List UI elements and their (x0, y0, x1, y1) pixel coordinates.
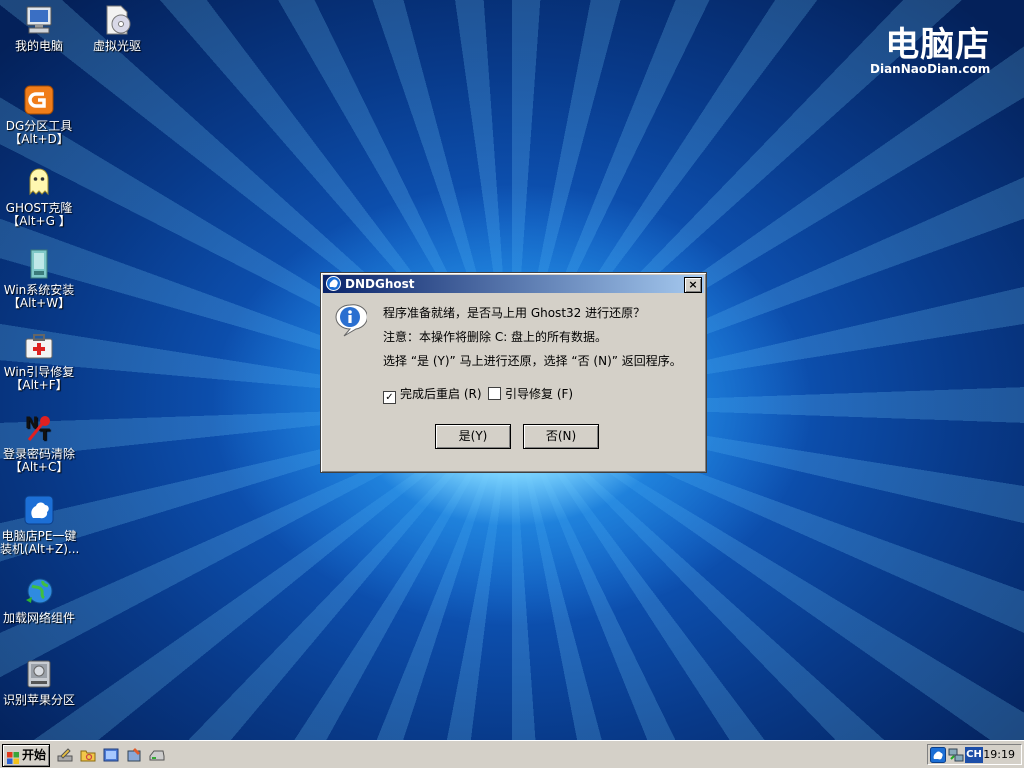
taskbar: 开始 CH 19:19 (0, 740, 1024, 768)
desktop-icon-my-computer[interactable]: 我的电脑 (0, 4, 78, 53)
globe-network-icon (23, 576, 55, 608)
desktop-icon-label: 我的电脑 (14, 39, 63, 53)
first-aid-kit-icon (23, 330, 55, 362)
desktop-icon-shortcut: 【Alt+G 】 (7, 214, 71, 228)
desktop-icon-label: 识别苹果分区 (2, 693, 75, 707)
desktop-icon-win-install[interactable]: Win系统安装 【Alt+W】 (0, 248, 78, 310)
computer-icon (23, 4, 55, 36)
brand-logo: 电脑店 DianNaoDian.com (870, 26, 990, 76)
ghost-icon (23, 166, 55, 198)
start-button[interactable]: 开始 (2, 744, 50, 767)
boot-repair-checkbox[interactable]: 引导修复 (F) (488, 387, 573, 401)
brand-logo-url: DianNaoDian.com (870, 62, 991, 76)
quicklaunch-pen-icon[interactable] (57, 747, 73, 763)
desktop-icon-password-clear[interactable]: N T 登录密码清除 【Alt+C】 (0, 412, 78, 474)
close-button[interactable]: × (684, 277, 702, 293)
checkbox-unchecked-icon[interactable] (488, 387, 501, 400)
dndghost-dialog: DNDGhost × 程序准备就绪，是否马上用 Ghost32 进行还原？ 注意… (320, 272, 707, 473)
desktop-icon-network[interactable]: 加载网络组件 (0, 576, 78, 625)
info-icon (333, 303, 368, 337)
desktop-icon-shortcut: 装机(Alt+Z)... (0, 542, 80, 556)
desktop-icon-shortcut: 【Alt+F】 (10, 378, 68, 392)
desktop-icon-label: 加载网络组件 (2, 611, 75, 625)
hard-drive-icon (23, 658, 55, 690)
nt-key-icon: N T (23, 412, 55, 444)
tray-clock[interactable]: 19:19 (983, 748, 1015, 761)
checkbox-checked-icon[interactable]: ✓ (383, 391, 396, 404)
dialog-message-line1: 程序准备就绪，是否马上用 Ghost32 进行还原？ (383, 306, 646, 320)
desktop-icon-shortcut: 【Alt+W】 (7, 296, 71, 310)
tray-language-indicator[interactable]: CH (965, 747, 983, 763)
desktop: 我的电脑 虚拟光驱 DG分区工具 【Alt+D】 GHOST克隆 【Alt+G … (0, 0, 1024, 740)
installer-box-icon (23, 248, 55, 280)
quicklaunch-screen-icon[interactable] (103, 747, 119, 763)
no-button[interactable]: 否(N) (523, 424, 599, 449)
dialog-titlebar[interactable]: DNDGhost × (323, 275, 704, 293)
system-tray: CH 19:19 (927, 744, 1022, 765)
desktop-icon-one-click-install[interactable]: 电脑店PE一键 装机(Alt+Z)... (0, 494, 80, 556)
desktop-icon-apple-partition[interactable]: 识别苹果分区 (0, 658, 78, 707)
tray-diannaodian-icon[interactable] (930, 747, 946, 763)
tray-network-icon[interactable] (948, 747, 964, 763)
restart-after-checkbox[interactable]: ✓ 完成后重启 (R) (383, 387, 482, 404)
dialog-title: DNDGhost (345, 277, 415, 291)
restart-after-label: 完成后重启 (R) (400, 387, 482, 401)
quicklaunch-tools-icon[interactable] (126, 747, 142, 763)
desktop-icon-shortcut: 【Alt+C】 (9, 460, 69, 474)
windows-logo-icon (7, 750, 19, 764)
yes-button[interactable]: 是(Y) (435, 424, 511, 449)
dialog-message-line3: 选择 “是 (Y)” 马上进行还原，选择 “否 (N)” 返回程序。 (383, 354, 682, 368)
desktop-icon-label: 虚拟光驱 (92, 39, 141, 53)
boot-repair-label: 引导修复 (F) (505, 387, 574, 401)
desktop-icon-virtual-drive[interactable]: 虚拟光驱 (78, 4, 156, 53)
cd-drive-icon (101, 4, 133, 36)
quicklaunch-folder-icon[interactable] (80, 747, 96, 763)
desktop-icon-shortcut: 【Alt+D】 (9, 132, 69, 146)
quicklaunch-drive-icon[interactable] (149, 747, 165, 763)
dialog-message-line2: 注意：本操作将删除 C: 盘上的所有数据。 (383, 330, 608, 344)
desktop-icon-ghost[interactable]: GHOST克隆 【Alt+G 】 (0, 166, 78, 228)
desktop-icon-dg-partition[interactable]: DG分区工具 【Alt+D】 (0, 84, 78, 146)
desktop-icon-boot-repair[interactable]: Win引导修复 【Alt+F】 (0, 330, 78, 392)
diannaodian-logo-icon (23, 494, 55, 526)
start-label: 开始 (22, 748, 47, 762)
brand-logo-text: 电脑店 (885, 25, 991, 65)
diskgenius-icon (23, 84, 55, 116)
app-icon (326, 276, 341, 291)
